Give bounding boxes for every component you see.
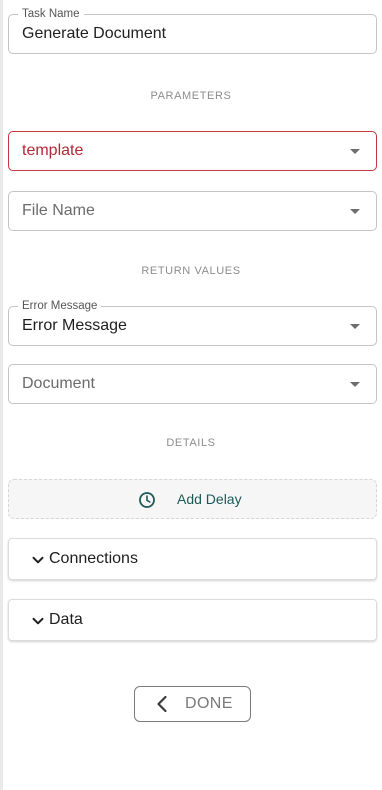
clock-icon — [139, 492, 155, 508]
task-name-field[interactable]: Task Name Generate Document — [8, 7, 377, 54]
connections-label: Connections — [49, 550, 138, 567]
file-name-placeholder: File Name — [22, 202, 95, 219]
error-message-select[interactable]: Error Message Error Message — [8, 299, 377, 346]
chevron-left-icon — [157, 695, 167, 713]
document-select[interactable]: Document — [8, 364, 377, 404]
connections-accordion[interactable]: Connections — [8, 538, 377, 580]
parameters-section-header: PARAMETERS — [150, 90, 232, 102]
add-delay-button[interactable]: Add Delay — [8, 479, 377, 519]
error-message-value: Error Message — [22, 317, 127, 334]
add-delay-label: Add Delay — [177, 491, 242, 507]
details-section-header: DETAILS — [166, 437, 216, 449]
task-config-panel: Task Name Generate Document PARAMETERS t… — [0, 0, 382, 790]
dropdown-arrow-icon — [350, 324, 360, 329]
dropdown-arrow-icon — [350, 149, 360, 154]
done-button[interactable]: DONE — [134, 686, 251, 722]
document-placeholder: Document — [22, 375, 95, 392]
chevron-down-icon — [32, 617, 44, 625]
template-select[interactable]: template — [8, 131, 377, 171]
return-values-section-header: RETURN VALUES — [141, 265, 241, 277]
data-label: Data — [49, 611, 83, 628]
task-name-value: Generate Document — [22, 25, 167, 42]
template-placeholder: template — [22, 142, 84, 159]
dropdown-arrow-icon — [350, 382, 360, 387]
chevron-down-icon — [32, 556, 44, 564]
dropdown-arrow-icon — [350, 209, 360, 214]
done-label: DONE — [185, 695, 233, 712]
file-name-select[interactable]: File Name — [8, 191, 377, 231]
data-accordion[interactable]: Data — [8, 599, 377, 641]
